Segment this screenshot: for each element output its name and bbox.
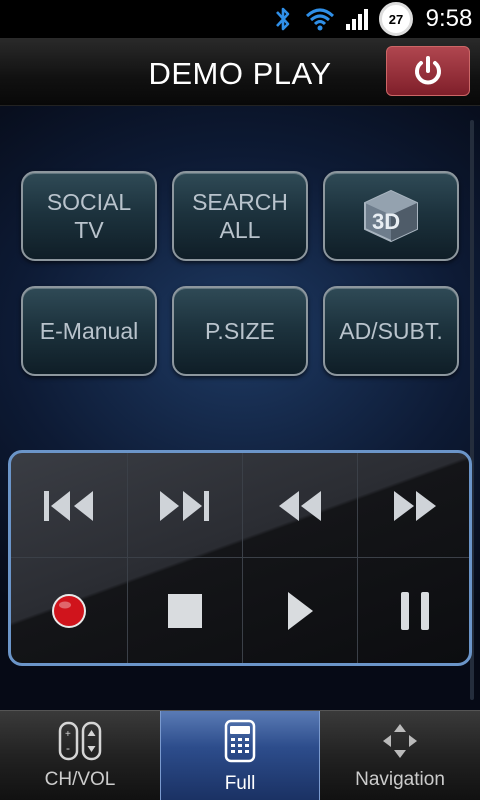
ad-subt-label: AD/SUBT.: [339, 318, 443, 344]
power-button[interactable]: [386, 46, 470, 96]
skip-back-icon: [43, 490, 93, 521]
pause-button[interactable]: [357, 558, 469, 663]
svg-text:3D: 3D: [372, 209, 400, 234]
tab-full-label: Full: [224, 773, 256, 794]
media-control-panel: [8, 450, 472, 666]
social-tv-label: SOCIAL TV: [46, 189, 132, 243]
battery-level: 27: [379, 2, 413, 36]
rewind-icon: [278, 490, 321, 521]
play-icon: [287, 591, 313, 630]
search-all-button[interactable]: SEARCH ALL: [172, 171, 308, 261]
social-tv-button[interactable]: SOCIAL TV: [21, 171, 157, 261]
search-all-label: SEARCH ALL: [192, 189, 288, 243]
fast-forward-button[interactable]: [357, 453, 469, 558]
ch-vol-icon: + -: [58, 721, 102, 761]
bottom-nav: + - CH/VOL Full Navigation: [0, 710, 480, 800]
3d-button[interactable]: 3D: [323, 171, 459, 261]
tab-ch-vol[interactable]: + - CH/VOL: [0, 711, 160, 800]
ad-subt-button[interactable]: AD/SUBT.: [323, 286, 459, 376]
e-manual-button[interactable]: E-Manual: [21, 286, 157, 376]
skip-back-button[interactable]: [11, 453, 126, 558]
app-header: DEMO PLAY: [0, 38, 480, 106]
tab-full[interactable]: Full: [160, 711, 320, 800]
e-manual-label: E-Manual: [39, 318, 139, 344]
3d-icon: 3D: [364, 189, 418, 243]
signal-icon: [342, 0, 374, 38]
p-size-label: P.SIZE: [205, 318, 275, 344]
tab-navigation[interactable]: Navigation: [320, 711, 480, 800]
remote-main-area: SOCIAL TV SEARCH ALL 3D E-Manual P.SIZE …: [0, 106, 480, 710]
battery-icon: 27: [376, 0, 416, 38]
stop-icon: [167, 593, 202, 628]
remote-icon: [224, 719, 256, 763]
fast-forward-icon: [393, 490, 436, 521]
power-icon: [415, 56, 441, 85]
play-button[interactable]: [242, 558, 357, 663]
record-button[interactable]: [11, 558, 126, 663]
p-size-button[interactable]: P.SIZE: [172, 286, 308, 376]
record-icon: [51, 593, 86, 628]
skip-forward-button[interactable]: [127, 453, 242, 558]
status-bar: 27 9:58: [0, 0, 480, 38]
status-time: 9:58: [425, 5, 473, 32]
tab-ch-vol-label: CH/VOL: [44, 769, 116, 790]
skip-forward-icon: [159, 490, 209, 521]
wifi-icon: [302, 0, 338, 38]
tab-navigation-label: Navigation: [355, 769, 445, 790]
navigation-icon: [383, 724, 417, 758]
bluetooth-icon: [268, 0, 298, 38]
pause-icon: [400, 591, 429, 630]
svg-text:+: +: [65, 729, 71, 740]
rewind-button[interactable]: [242, 453, 357, 558]
stop-button[interactable]: [127, 558, 242, 663]
svg-text:-: -: [66, 741, 70, 755]
